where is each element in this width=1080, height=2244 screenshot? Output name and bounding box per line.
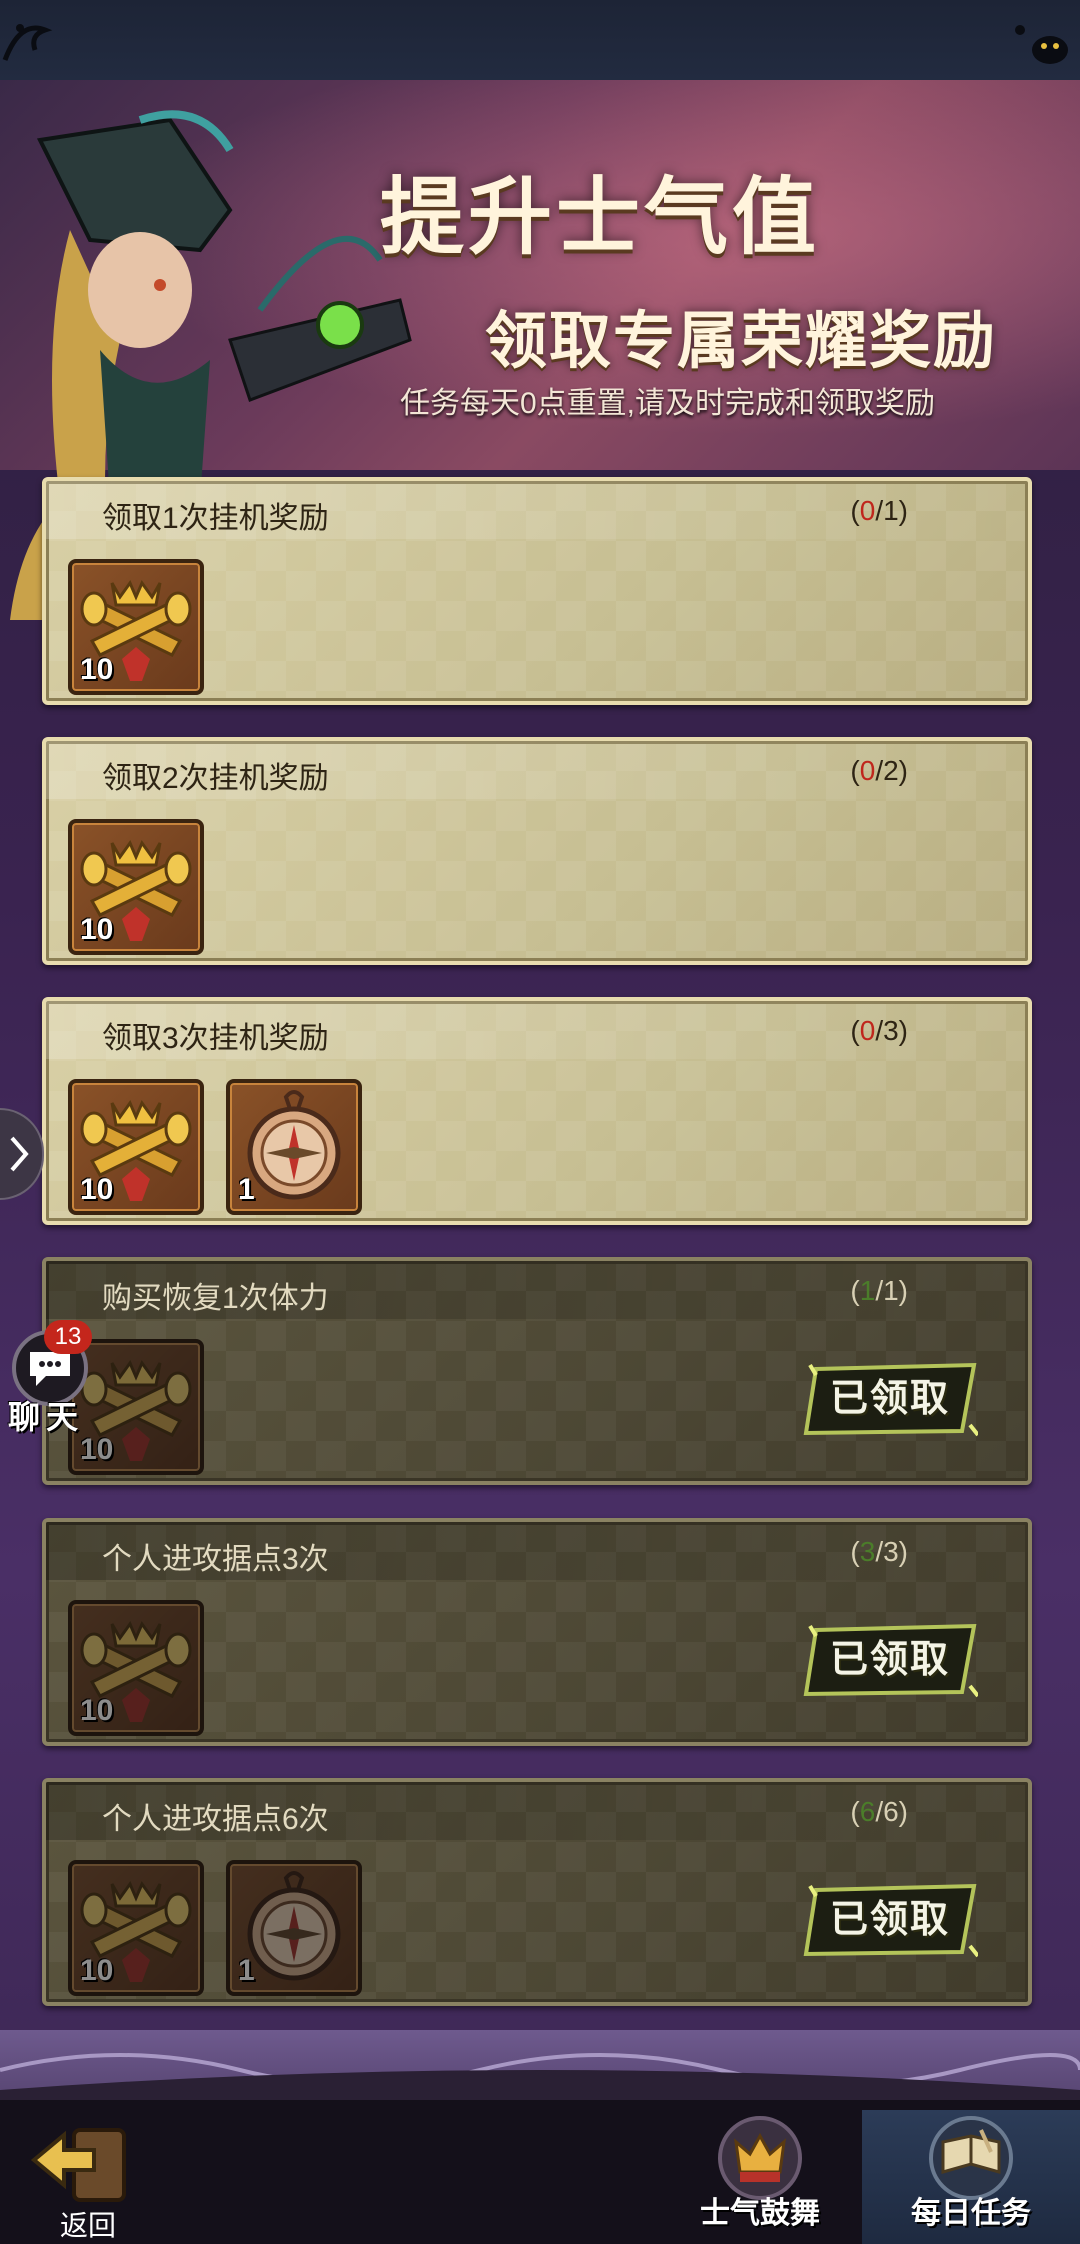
claimed-label: 已领取 bbox=[829, 1378, 950, 1420]
task-card: 个人进攻据点6次 (6/6) 10 1 已领取 bbox=[42, 1778, 1032, 2006]
task-progress-current: 0 bbox=[859, 495, 876, 526]
task-name: 领取2次挂机奖励 bbox=[102, 762, 329, 795]
task-name: 领取3次挂机奖励 bbox=[102, 1022, 329, 1055]
tab-morale-boost[interactable]: 士气鼓舞 bbox=[660, 2110, 860, 2244]
chat-unread-badge: 13 bbox=[44, 1320, 92, 1354]
task-progress: (0/3) bbox=[850, 1015, 908, 1046]
chevron-right-icon bbox=[10, 1136, 29, 1172]
task-progress: (0/2) bbox=[850, 755, 908, 786]
task-name: 购买恢复1次体力 bbox=[102, 1282, 329, 1315]
reward-item[interactable]: 10 bbox=[68, 1860, 204, 1996]
back-label: 返回 bbox=[60, 2210, 117, 2241]
task-card: 领取1次挂机奖励 (0/1) 10 bbox=[42, 477, 1032, 705]
reward-item[interactable]: 1 bbox=[226, 1079, 362, 1215]
reward-quantity: 10 bbox=[80, 1173, 114, 1206]
task-progress: (6/6) bbox=[850, 1796, 908, 1827]
task-progress-current: 0 bbox=[859, 1015, 876, 1046]
task-progress-current: 6 bbox=[859, 1796, 876, 1827]
reward-item[interactable]: 10 bbox=[68, 559, 204, 695]
task-progress-current: 1 bbox=[859, 1275, 876, 1306]
reward-item[interactable]: 10 bbox=[68, 1079, 204, 1215]
reward-quantity: 10 bbox=[80, 913, 114, 946]
task-progress: (0/1) bbox=[850, 495, 908, 526]
claimed-stamp: 已领取 bbox=[802, 1882, 980, 1958]
task-progress-current: 0 bbox=[859, 755, 876, 786]
reward-quantity: 10 bbox=[80, 1694, 114, 1727]
task-progress: (1/1) bbox=[850, 1275, 908, 1306]
bottom-ornament-frame bbox=[0, 2030, 1080, 2110]
task-progress-current: 3 bbox=[859, 1536, 876, 1567]
task-card: 领取3次挂机奖励 (0/3) 10 1 bbox=[42, 997, 1032, 1225]
reward-quantity: 10 bbox=[80, 1954, 114, 1987]
reward-quantity: 1 bbox=[238, 1954, 255, 1987]
banner-subtitle-title: 领取专属荣耀奖励 bbox=[485, 304, 998, 377]
top-bar bbox=[0, 0, 1080, 82]
reward-item[interactable]: 10 bbox=[68, 1600, 204, 1736]
task-card: 领取2次挂机奖励 (0/2) 10 bbox=[42, 737, 1032, 965]
tab-daily-tasks[interactable]: 每日任务 bbox=[862, 2110, 1080, 2244]
claimed-label: 已领取 bbox=[829, 1899, 950, 1941]
task-name: 领取1次挂机奖励 bbox=[102, 502, 329, 535]
reward-item[interactable]: 1 bbox=[226, 1860, 362, 1996]
banner-reset-note: 任务每天0点重置,请及时完成和领取奖励 bbox=[400, 387, 936, 420]
back-button[interactable]: 返回 bbox=[24, 2120, 144, 2241]
reward-quantity: 1 bbox=[238, 1173, 255, 1206]
task-progress: (3/3) bbox=[850, 1536, 908, 1567]
tab-daily-label: 每日任务 bbox=[911, 2197, 1031, 2230]
claimed-label: 已领取 bbox=[829, 1639, 950, 1681]
task-card: 个人进攻据点3次 (3/3) 10 已领取 bbox=[42, 1518, 1032, 1746]
claimed-stamp: 已领取 bbox=[802, 1361, 980, 1437]
back-arrow-icon bbox=[30, 2128, 126, 2202]
task-name: 个人进攻据点6次 bbox=[102, 1803, 329, 1836]
ornament-left-icon bbox=[2, 24, 53, 61]
banner-title: 提升士气值 bbox=[380, 167, 821, 266]
ornament-right-icon bbox=[1015, 25, 1068, 64]
chat-button[interactable]: 13 聊天 bbox=[4, 1320, 94, 1440]
reward-item[interactable]: 10 bbox=[68, 819, 204, 955]
claimed-stamp: 已领取 bbox=[802, 1622, 980, 1698]
tab-morale-label: 士气鼓舞 bbox=[700, 2197, 820, 2230]
expand-side-button[interactable] bbox=[0, 1108, 44, 1200]
reward-quantity: 10 bbox=[80, 653, 114, 686]
task-name: 个人进攻据点3次 bbox=[102, 1543, 329, 1576]
task-card: 购买恢复1次体力 (1/1) 10 已领取 bbox=[42, 1257, 1032, 1485]
chat-label: 聊天 bbox=[8, 1399, 85, 1435]
